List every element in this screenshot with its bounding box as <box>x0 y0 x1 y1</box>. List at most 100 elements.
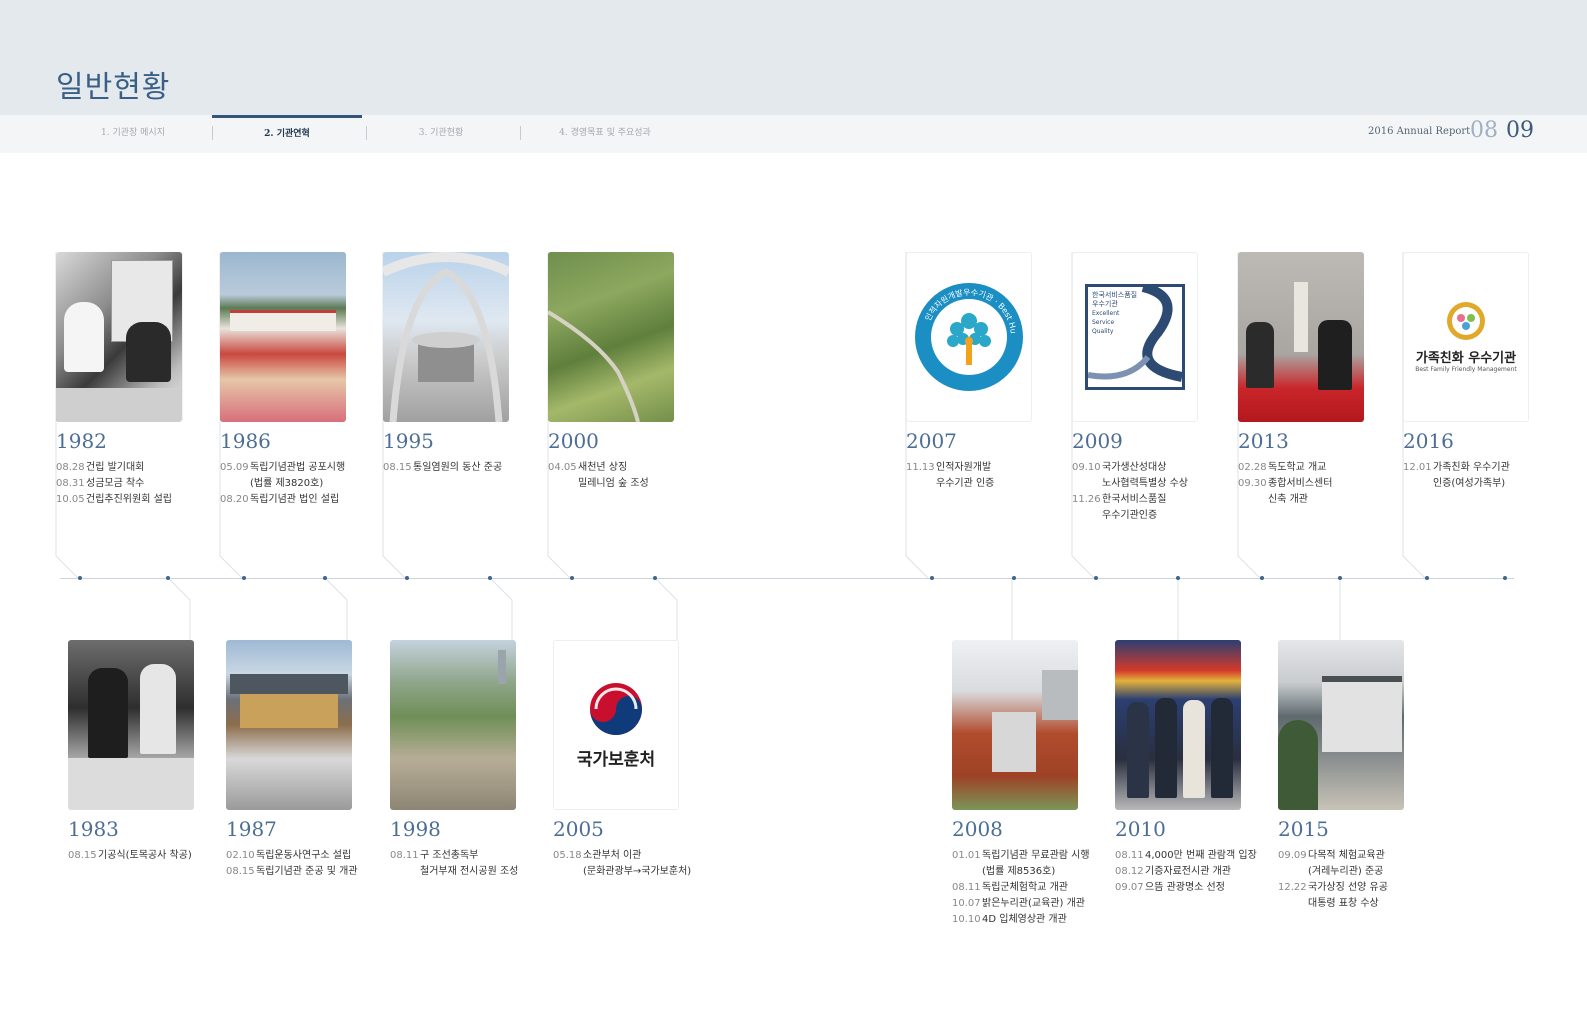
event-date: 09.07 <box>1115 882 1144 893</box>
mpva-logo: 국가보훈처 <box>553 640 679 810</box>
event-date <box>220 476 250 492</box>
year-label: 1982 <box>56 429 107 453</box>
sq-line: 한국서비스품질 <box>1092 291 1138 299</box>
event-item: 우수기관인증 <box>1072 508 1242 524</box>
event-date: 08.11 <box>952 882 981 893</box>
event-text: 독립운동사연구소 설립 <box>256 850 352 861</box>
event-text: 한국서비스품질 <box>1102 494 1167 505</box>
event-date: 11.13 <box>906 462 935 473</box>
timeline-dot <box>570 576 574 580</box>
event-text: 인증(여성가족부) <box>1433 478 1506 489</box>
hrd-certification-logo: 인적자원개발우수기관 · Best Human Resources Develo… <box>906 252 1032 422</box>
event-date: 11.26 <box>1072 494 1101 505</box>
year-label: 1995 <box>383 429 434 453</box>
event-date <box>1278 864 1308 880</box>
event-date <box>390 864 420 880</box>
year-label: 2010 <box>1115 817 1166 841</box>
event-text: 통일염원의 동산 준공 <box>413 462 503 473</box>
timeline-dot <box>488 576 492 580</box>
event-date: 08.11 <box>390 850 419 861</box>
event-item: 12.22 국가상징 선양 유공 <box>1278 880 1448 896</box>
event-item: 철거부재 전시공원 조성 <box>390 864 560 880</box>
event-date: 08.15 <box>68 850 97 861</box>
year-label: 1998 <box>390 817 441 841</box>
event-text: 대통령 표창 수상 <box>1308 898 1379 909</box>
event-text: 4,000만 번째 관람객 입장 <box>1145 850 1257 861</box>
timeline-dot <box>405 576 409 580</box>
family-logo-text: 가족친화 우수기관 <box>1415 351 1517 366</box>
event-item: (법률 제8536호) <box>952 864 1122 880</box>
timeline-entry-1982: 1982 08.28 건립 발기대회 08.31 성금모금 착수 10.05 건립추진… <box>56 252 226 508</box>
timeline-entry-2016: 가족친화 우수기관 Best Family Friendly Managemen… <box>1403 252 1553 492</box>
connector-1998 <box>489 577 513 640</box>
event-item: 08.15 통일염원의 동산 준공 <box>383 460 553 476</box>
event-date: 08.11 <box>1115 850 1144 861</box>
event-date: 05.09 <box>220 462 249 473</box>
connector-1987 <box>324 577 348 640</box>
event-date <box>1278 896 1308 912</box>
event-text: 독립군체험학교 개관 <box>982 882 1068 893</box>
event-item: 05.18 소관부처 이관 <box>553 848 723 864</box>
timeline-dot <box>930 576 934 580</box>
event-date <box>1238 492 1268 508</box>
timeline-entry-2000: 2000 04.05 새천년 상징 밀레니엄 숲 조성 <box>548 252 718 492</box>
photo-1995 <box>383 252 509 422</box>
year-label: 2009 <box>1072 429 1123 453</box>
event-text: (문화관광부→국가보훈처) <box>583 866 692 877</box>
family-friendly-emblem-icon <box>1447 302 1485 340</box>
timeline-dot <box>1176 576 1180 580</box>
year-label: 2013 <box>1238 429 1289 453</box>
event-text: 건립추진위원회 설립 <box>86 494 172 505</box>
event-date <box>1072 476 1102 492</box>
event-text: 우수기관인증 <box>1102 510 1158 521</box>
event-text: 국가상징 선양 유공 <box>1308 882 1388 893</box>
timeline-entry-2010: 2010 08.11 4,000만 번째 관람객 입장 08.12 기증자료전시관 … <box>1115 640 1285 896</box>
family-logo-subtext: Best Family Friendly Management <box>1415 366 1517 373</box>
event-text: 가족친화 우수기관 <box>1433 462 1510 473</box>
event-item: 10.07 밝은누리관(교육관) 개관 <box>952 896 1122 912</box>
timeline-dot <box>242 576 246 580</box>
event-date: 09.10 <box>1072 462 1101 473</box>
event-date: 02.28 <box>1238 462 1267 473</box>
year-label: 2005 <box>553 817 604 841</box>
photo-2008 <box>952 640 1078 810</box>
event-item: 09.09 다목적 체험교육관 <box>1278 848 1448 864</box>
event-item: 09.30 종합서비스센터 <box>1238 476 1408 492</box>
timeline-dot <box>323 576 327 580</box>
photo-1986 <box>220 252 346 422</box>
event-item: 08.28 건립 발기대회 <box>56 460 226 476</box>
event-item: 01.01 독립기념관 무료관람 시행 <box>952 848 1122 864</box>
event-date: 04.05 <box>548 462 577 473</box>
hrd-badge-icon: 인적자원개발우수기관 · Best Human Resources Develo… <box>913 281 1023 391</box>
timeline-entry-1987: 1987 02.10 독립운동사연구소 설립 08.15 독립기념관 준공 및 개관 <box>226 640 396 880</box>
event-date: 09.09 <box>1278 850 1307 861</box>
timeline-entry-2013: 2013 02.28 독도학교 개교 09.30 종합서비스센터 신축 개관 <box>1238 252 1408 508</box>
timeline-dot <box>1094 576 1098 580</box>
sq-line: 우수기관 <box>1092 300 1118 308</box>
event-date <box>548 476 578 492</box>
event-item: 08.12 기증자료전시관 개관 <box>1115 864 1285 880</box>
event-text: (겨레누리관) 준공 <box>1308 866 1384 877</box>
sq-line: Excellent <box>1092 310 1120 317</box>
event-list: 08.15 기공식(토목공사 착공) <box>68 848 238 864</box>
event-text: 새천년 상징 <box>578 462 628 473</box>
event-item: 11.26 한국서비스품질 <box>1072 492 1242 508</box>
service-quality-icon: 한국서비스품질 우수기관 Excellent Service Quality <box>1085 284 1185 390</box>
event-list: 09.09 다목적 체험교육관 (겨레누리관) 준공 12.22 국가상징 선양 유… <box>1278 848 1448 912</box>
timeline-entry-1998: 1998 08.11 구 조선총독부 철거부재 전시공원 조성 <box>390 640 560 880</box>
photo-2013 <box>1238 252 1364 422</box>
event-list: 05.18 소관부처 이관 (문화관광부→국가보훈처) <box>553 848 723 880</box>
event-list: 09.10 국가생산성대상 노사협력특별상 수상 11.26 한국서비스품질 우수기… <box>1072 460 1242 524</box>
timeline-entry-2015: 2015 09.09 다목적 체험교육관 (겨레누리관) 준공 12.22 국가상징… <box>1278 640 1448 912</box>
timeline-dot <box>653 576 657 580</box>
event-list: 11.13 인적자원개발 우수기관 인증 <box>906 460 1076 492</box>
event-item: 09.10 국가생산성대상 <box>1072 460 1242 476</box>
timeline-entry-1986: 1986 05.09 독립기념관법 공포시행 (법률 제3820호) 08.20 독… <box>220 252 390 508</box>
event-text: 4D 입체영상관 개관 <box>982 914 1067 925</box>
year-label: 2000 <box>548 429 599 453</box>
event-text: 기증자료전시관 개관 <box>1145 866 1231 877</box>
connector-1983 <box>167 577 191 640</box>
timeline-axis <box>60 578 1514 579</box>
event-item: 05.09 독립기념관법 공포시행 <box>220 460 390 476</box>
event-date: 05.18 <box>553 850 582 861</box>
